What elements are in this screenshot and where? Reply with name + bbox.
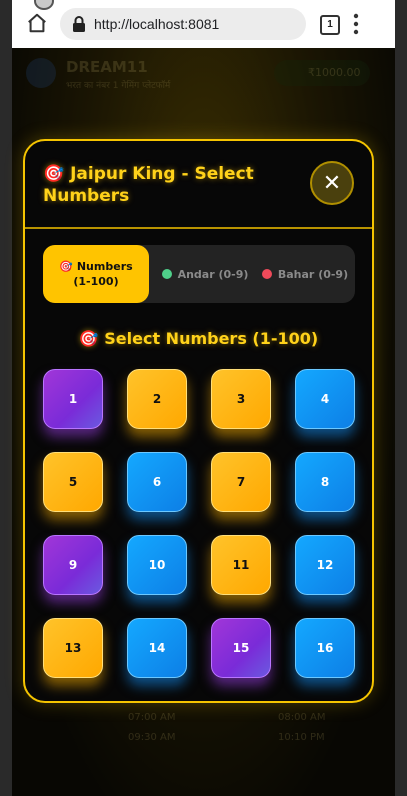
tab-andar[interactable]: Andar (0-9) (157, 245, 253, 303)
modal-title: 🎯 Jaipur King - Select Numbers (43, 164, 254, 206)
number-button[interactable]: 15 (211, 618, 271, 678)
phone-frame-right (395, 0, 407, 796)
modal-header: 🎯 Jaipur King - Select Numbers ✕ (25, 141, 372, 229)
bet-type-tabs: 🎯 Numbers (1-100) Andar (0-9) Bahar (0-9… (43, 245, 355, 303)
number-button[interactable]: 4 (295, 369, 355, 429)
number-button[interactable]: 11 (211, 535, 271, 595)
number-button[interactable]: 1 (43, 369, 103, 429)
number-button[interactable]: 9 (43, 535, 103, 595)
more-options-icon[interactable] (353, 13, 359, 35)
tab-switcher-button[interactable]: 1 (320, 15, 340, 35)
number-button[interactable]: 3 (211, 369, 271, 429)
lock-icon (73, 16, 85, 32)
tab-label: Andar (0-9) (177, 267, 249, 281)
number-button[interactable]: 7 (211, 452, 271, 512)
tab-bahar[interactable]: Bahar (0-9) (257, 245, 353, 303)
select-numbers-modal: 🎯 Jaipur King - Select Numbers ✕ 🎯 Numbe… (23, 139, 374, 703)
number-button[interactable]: 8 (295, 452, 355, 512)
number-button[interactable]: 14 (127, 618, 187, 678)
number-button[interactable]: 12 (295, 535, 355, 595)
tab-numbers[interactable]: 🎯 Numbers (1-100) (43, 245, 149, 303)
home-icon[interactable] (26, 12, 48, 34)
number-button[interactable]: 6 (127, 452, 187, 512)
status-dot-icon (261, 269, 272, 279)
close-button[interactable]: ✕ (310, 161, 354, 205)
number-button[interactable]: 5 (43, 452, 103, 512)
phone-frame-left (0, 0, 12, 796)
number-button[interactable]: 10 (127, 535, 187, 595)
number-button[interactable]: 2 (127, 369, 187, 429)
section-title: 🎯 Select Numbers (1-100) (78, 329, 319, 348)
browser-toolbar: http://localhost:8081 1 (12, 0, 395, 48)
tab-label: Bahar (0-9) (277, 267, 349, 281)
status-dot-icon (161, 269, 172, 279)
number-button[interactable]: 13 (43, 618, 103, 678)
tab-label: 🎯 Numbers (1-100) (59, 260, 133, 288)
url-text: http://localhost:8081 (94, 16, 220, 32)
number-button[interactable]: 16 (295, 618, 355, 678)
address-bar[interactable]: http://localhost:8081 (60, 8, 306, 40)
